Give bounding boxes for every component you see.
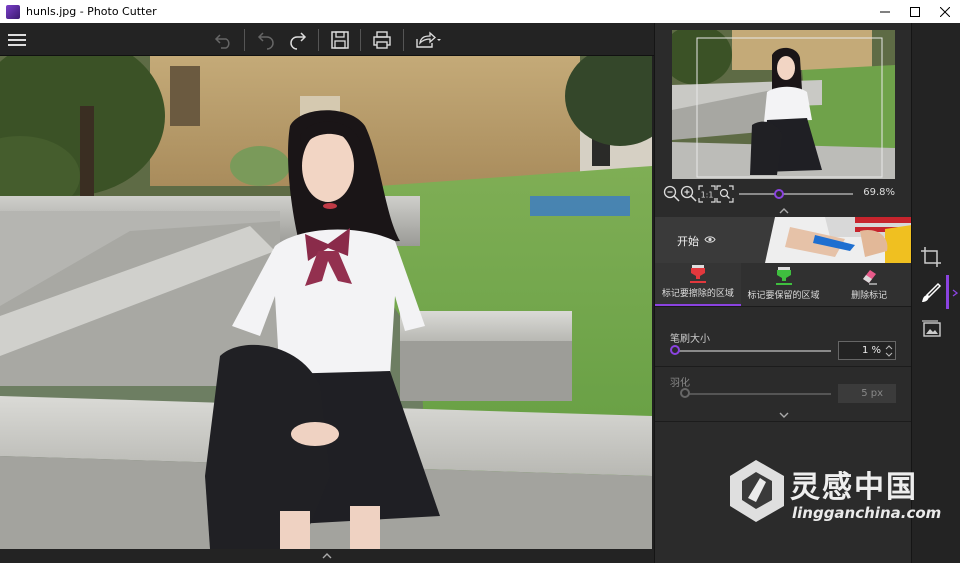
fit-to-window-icon[interactable]: [716, 185, 734, 203]
canvas-bottom-bar: [0, 549, 654, 563]
close-button[interactable]: [930, 0, 960, 23]
maximize-icon: [910, 6, 920, 17]
window-controls: [870, 0, 960, 23]
share-icon: [416, 31, 441, 48]
brush-icon[interactable]: [920, 282, 942, 304]
watermark-text-cn: 灵感中国: [790, 470, 918, 505]
feather-value: 5 px: [861, 388, 883, 399]
image-canvas[interactable]: [0, 56, 652, 549]
undo-all-icon: [214, 34, 230, 49]
marker-tabs: 标记要擦除的区域 标记要保留的区域 删除标记: [655, 263, 912, 307]
thumbnail-image: [672, 30, 895, 179]
chevron-up-icon[interactable]: [321, 552, 333, 560]
zoom-slider-handle[interactable]: [773, 189, 784, 199]
navigator-thumbnail[interactable]: [672, 30, 895, 179]
zoom-in-icon[interactable]: [680, 185, 698, 203]
spinner-arrows-icon[interactable]: [885, 343, 893, 359]
save-icon: [331, 31, 349, 49]
tab-delete-marks[interactable]: 删除标记: [826, 263, 912, 306]
brush-size-handle[interactable]: [669, 345, 680, 355]
redo-button[interactable]: [285, 27, 311, 53]
title-bar: hunls.jpg - Photo Cutter: [0, 0, 960, 23]
start-label: 开始: [677, 235, 699, 248]
hamburger-icon: [8, 34, 26, 46]
watermark-text-en: lingganchina.com: [792, 504, 942, 522]
feather-track[interactable]: [685, 393, 831, 395]
brush-size-input[interactable]: 1 %: [838, 341, 896, 360]
zoom-slider-track[interactable]: [739, 193, 853, 195]
photo-image: [0, 56, 652, 549]
feather-label: 羽化: [670, 378, 690, 389]
chevron-down-icon[interactable]: [778, 411, 790, 419]
watermark-logo-icon: [730, 460, 784, 522]
actual-size-icon[interactable]: 1:1: [698, 185, 716, 203]
undo-icon: [257, 32, 274, 50]
tab-label: 删除标记: [851, 291, 888, 301]
app-logo-icon: [6, 4, 20, 19]
image-icon[interactable]: [920, 318, 942, 340]
svg-text:1:1: 1:1: [701, 191, 714, 200]
brush-size-track[interactable]: [673, 350, 831, 352]
active-tool-indicator: [946, 275, 949, 309]
brush-size-value: 1 %: [861, 345, 881, 356]
maximize-button[interactable]: [900, 0, 930, 23]
redo-icon: [290, 32, 307, 50]
chevron-right-icon: [952, 289, 958, 297]
main-toolbar: [0, 23, 654, 56]
red-marker-icon: [689, 265, 706, 283]
undo-all-button[interactable]: [211, 27, 237, 53]
print-icon: [373, 31, 391, 49]
crop-icon[interactable]: [920, 246, 942, 268]
zoom-controls: 1:1 69.8%: [655, 183, 912, 205]
window-title: hunls.jpg - Photo Cutter: [26, 5, 157, 18]
start-section[interactable]: 开始: [655, 217, 912, 263]
chevron-up-icon[interactable]: [778, 207, 790, 215]
watermark: 灵感中国 lingganchina.com: [726, 458, 941, 528]
eye-icon[interactable]: [704, 235, 716, 244]
tab-mark-erase[interactable]: 标记要擦除的区域: [655, 263, 741, 306]
close-icon: [940, 6, 950, 17]
share-button[interactable]: [412, 27, 444, 53]
green-marker-icon: [775, 267, 792, 285]
eraser-icon: [863, 270, 878, 285]
undo-button[interactable]: [253, 27, 279, 53]
tab-label: 标记要保留的区域: [747, 291, 820, 301]
tab-mark-keep[interactable]: 标记要保留的区域: [741, 263, 827, 306]
save-button[interactable]: [327, 27, 353, 53]
print-button[interactable]: [369, 27, 395, 53]
tab-label: 标记要擦除的区域: [661, 289, 734, 299]
menu-button[interactable]: [4, 27, 30, 53]
feather-handle[interactable]: [680, 388, 690, 398]
brush-size-label: 笔刷大小: [670, 334, 710, 345]
zoom-value: 69.8%: [863, 187, 895, 198]
minimize-icon: [880, 11, 890, 12]
feather-input[interactable]: 5 px: [838, 384, 896, 403]
zoom-out-icon[interactable]: [663, 185, 681, 203]
minimize-button[interactable]: [870, 0, 900, 23]
